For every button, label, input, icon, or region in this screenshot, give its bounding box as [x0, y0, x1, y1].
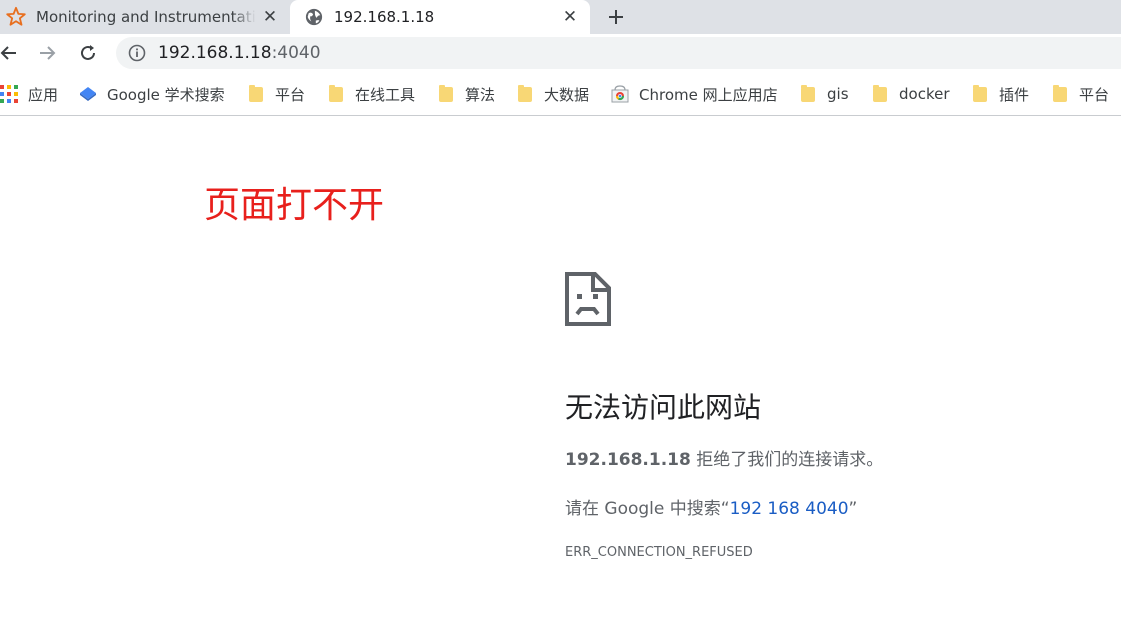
url-port: :4040 [271, 43, 321, 63]
scholar-icon [79, 85, 97, 103]
search-prefix: 请在 Google 中搜索“ [565, 499, 730, 519]
bookmark-label: 平台 [275, 85, 306, 104]
spark-star-icon [4, 5, 28, 29]
address-bar[interactable]: 192.168.1.18:4040 [116, 37, 1121, 69]
bookmark-folder-docker[interactable]: docker [871, 82, 950, 106]
bookmark-label: 算法 [465, 85, 496, 104]
close-icon[interactable]: ✕ [556, 3, 584, 31]
folder-icon [516, 84, 534, 103]
forward-arrow-icon [40, 46, 56, 60]
bookmark-label: docker [899, 85, 950, 103]
tab-strip: Monitoring and Instrumentation ✕ 192.168… [0, 0, 1121, 34]
bookmark-folder-big-data[interactable]: 大数据 [516, 82, 589, 106]
bookmark-label: Google 学术搜索 [107, 85, 225, 104]
folder-icon [1051, 84, 1069, 103]
bookmark-label: 应用 [28, 85, 59, 104]
apps-grid-icon [0, 85, 18, 103]
error-message: 192.168.1.18 拒绝了我们的连接请求。 [565, 445, 883, 470]
error-host: 192.168.1.18 [565, 450, 691, 470]
error-refused-text: 拒绝了我们的连接请求。 [690, 450, 884, 470]
bookmark-label: 大数据 [544, 85, 590, 104]
bookmark-label: 平台 [1079, 85, 1110, 104]
bookmark-folder-gis[interactable]: gis [799, 82, 849, 106]
search-link[interactable]: 192 168 4040 [730, 499, 849, 519]
tab-active[interactable]: 192.168.1.18 ✕ [290, 0, 590, 34]
sad-page-icon [565, 272, 611, 326]
globe-icon [302, 5, 326, 29]
folder-icon [799, 84, 817, 103]
bookmark-folder-online-tools[interactable]: 在线工具 [327, 82, 415, 106]
error-heading: 无法访问此网站 [565, 391, 762, 424]
tab-title: 192.168.1.18 [334, 8, 435, 26]
forward-button[interactable] [32, 38, 62, 68]
bookmark-label: 插件 [999, 85, 1030, 104]
bookmark-chrome-webstore[interactable]: Chrome 网上应用店 [611, 82, 778, 106]
bookmark-folder-plugins[interactable]: 插件 [971, 82, 1029, 106]
search-suggestion: 请在 Google 中搜索“192 168 4040” [565, 494, 857, 519]
info-icon[interactable] [128, 44, 146, 62]
new-tab-button[interactable] [600, 0, 632, 34]
url-host: 192.168.1.18 [158, 43, 272, 63]
bookmark-folder-platform-2[interactable]: 平台 [1051, 82, 1109, 106]
tab-monitoring[interactable]: Monitoring and Instrumentation ✕ [0, 0, 290, 34]
bookmark-apps[interactable]: 应用 [0, 82, 58, 106]
folder-icon [971, 84, 989, 103]
tab-title: Monitoring and Instrumentation [36, 8, 256, 26]
bookmark-google-scholar[interactable]: Google 学术搜索 [79, 82, 225, 106]
reload-button[interactable] [73, 38, 103, 68]
bookmark-label: 在线工具 [355, 85, 416, 104]
toolbar: 192.168.1.18:4040 [0, 34, 1121, 72]
search-suffix: ” [848, 499, 858, 519]
folder-icon [327, 84, 345, 103]
plus-icon [609, 10, 623, 24]
folder-icon [437, 84, 455, 103]
back-arrow-icon [0, 46, 16, 60]
bookmark-folder-algorithms[interactable]: 算法 [437, 82, 495, 106]
back-button[interactable] [0, 38, 24, 68]
error-code: ERR_CONNECTION_REFUSED [565, 545, 753, 560]
folder-icon [871, 84, 889, 103]
close-icon[interactable]: ✕ [256, 3, 284, 31]
annotation-text: 页面打不开 [204, 185, 385, 226]
bookmarks-bar: 应用 Google 学术搜索 平台 在线工具 算法 大数据 Chrome 网上应… [0, 72, 1121, 116]
reload-icon [81, 45, 95, 60]
bookmark-folder-platform[interactable]: 平台 [247, 82, 305, 106]
url-text: 192.168.1.18:4040 [158, 43, 321, 63]
bookmark-label: Chrome 网上应用店 [639, 85, 778, 104]
bookmark-label: gis [827, 85, 849, 103]
folder-icon [247, 84, 265, 103]
chrome-webstore-icon [611, 85, 629, 103]
